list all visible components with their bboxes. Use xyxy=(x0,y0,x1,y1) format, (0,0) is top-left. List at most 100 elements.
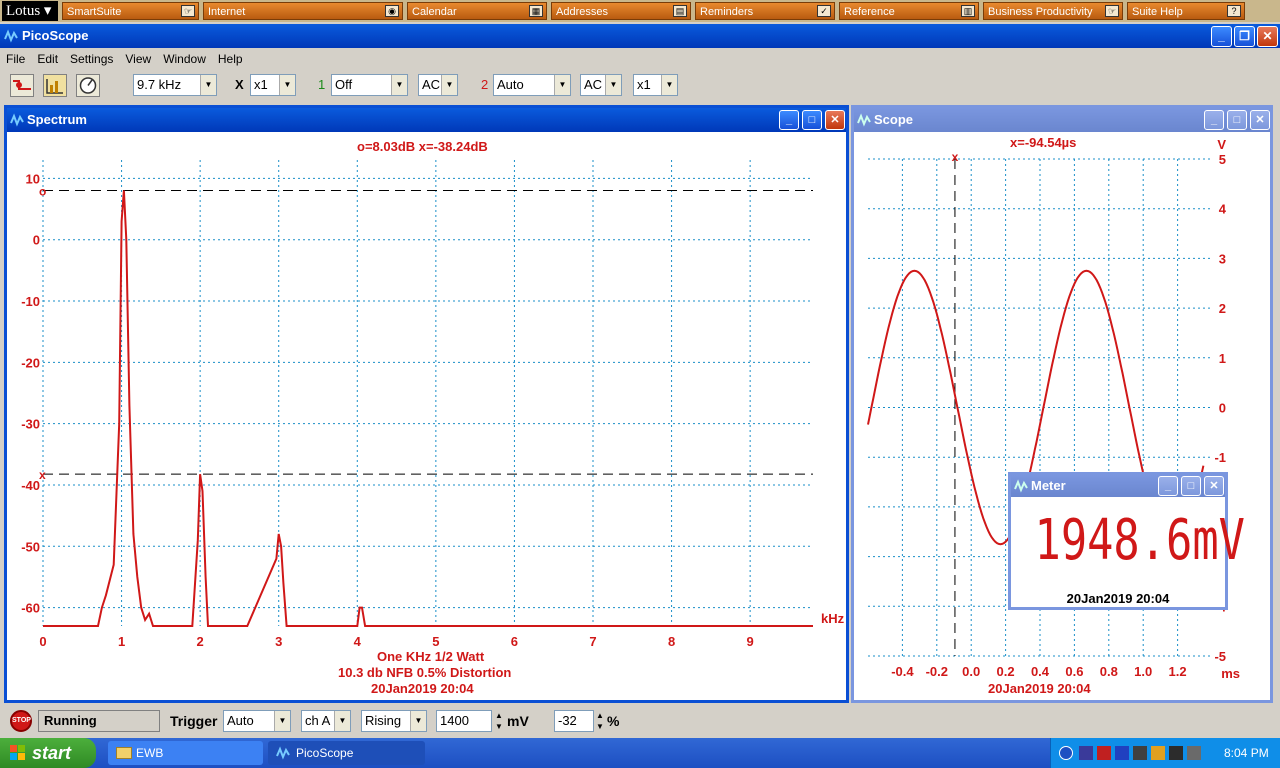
y-tick-label: 2 xyxy=(1219,301,1226,316)
scope-plot[interactable]: -0.4-0.20.00.20.40.60.81.01.2543210-1-2-… xyxy=(854,132,1270,700)
trigger-channel-select[interactable]: ch A ▼ xyxy=(301,710,351,732)
antivirus-icon[interactable] xyxy=(1097,746,1111,760)
scope-window-controls: _ □ ✕ xyxy=(1204,110,1270,130)
x-tick-label: 9 xyxy=(747,634,754,649)
restore-icon[interactable]: ❐ xyxy=(1234,26,1255,47)
chevron-down-icon: ▼ xyxy=(661,75,677,95)
close-icon[interactable]: ✕ xyxy=(825,110,845,130)
trigger-level-input[interactable]: 1400 xyxy=(436,710,492,732)
lotus-item-calendar[interactable]: Calendar ▦ xyxy=(407,2,547,20)
app-title-bar: PicoScope xyxy=(0,24,1280,48)
network-icon[interactable] xyxy=(1079,746,1093,760)
channel-2-coupling-select[interactable]: AC ▼ xyxy=(580,74,622,96)
channel-2-range-select[interactable]: Auto ▼ xyxy=(493,74,571,96)
scope-view-button[interactable] xyxy=(10,74,34,97)
menu-settings[interactable]: Settings xyxy=(64,52,119,66)
volume-icon[interactable] xyxy=(1169,746,1183,760)
power-icon[interactable] xyxy=(1187,746,1201,760)
meter-window: Meter _ □ ✕ 1948.6mV 20Jan2019 20:04 xyxy=(1008,472,1245,610)
trigger-edge-select[interactable]: Rising ▼ xyxy=(361,710,427,732)
channel-2-multiplier-select[interactable]: x1 ▼ xyxy=(633,74,678,96)
y-tick-label: 4 xyxy=(1219,202,1227,217)
x-tick-label: 7 xyxy=(589,634,596,649)
y-tick-label: -30 xyxy=(21,417,40,432)
lotus-item-suite-help[interactable]: Suite Help? xyxy=(1127,2,1245,20)
stop-icon[interactable]: STOP xyxy=(10,710,32,732)
close-icon[interactable]: ✕ xyxy=(1204,476,1224,496)
spectrum-caption-2: 10.3 db NFB 0.5% Distortion xyxy=(338,665,512,680)
scope-timestamp: 20Jan2019 20:04 xyxy=(988,681,1091,696)
minimize-icon[interactable]: _ xyxy=(1158,476,1178,496)
lotus-item-addresses[interactable]: Addresses ▤ xyxy=(551,2,691,20)
menu-view[interactable]: View xyxy=(119,52,157,66)
meter-view-button[interactable] xyxy=(76,74,100,97)
address-card-icon: ▤ xyxy=(673,5,687,17)
display-icon[interactable] xyxy=(1133,746,1147,760)
app-window-controls: _ ❐ ✕ xyxy=(1211,26,1278,47)
tray-expand-icon[interactable] xyxy=(1059,746,1073,760)
minimize-icon[interactable]: _ xyxy=(1204,110,1224,130)
minimize-icon[interactable]: _ xyxy=(1211,26,1232,47)
x-tick-label: 0.0 xyxy=(962,664,980,679)
x-tick-label: 2 xyxy=(197,634,204,649)
y-tick-label: -1 xyxy=(1214,450,1226,465)
lotus-item-reminders[interactable]: Reminders ✓ xyxy=(695,2,835,20)
lotus-item-internet[interactable]: Internet ◉ xyxy=(203,2,403,20)
maximize-icon[interactable]: □ xyxy=(802,110,822,130)
clock: 8:04 PM xyxy=(1224,746,1269,760)
scope-readout: x=-94.54µs xyxy=(1010,135,1077,150)
o-marker: o xyxy=(39,184,46,198)
channel-1-range-select[interactable]: Off ▼ xyxy=(331,74,408,96)
pretrigger-spinner-icon[interactable]: ▲ ▼ xyxy=(594,710,606,732)
channel-1-coupling-select[interactable]: AC ▼ xyxy=(418,74,458,96)
picoscope-app-icon xyxy=(10,113,24,127)
bluetooth-icon[interactable] xyxy=(1115,746,1129,760)
x-multiplier-label: X xyxy=(235,77,244,92)
scope-window: Scope _ □ ✕ -0.4 -0.2 0.0 0.2 0.4 0.6 0.8 1.0 1.… xyxy=(851,105,1273,703)
menu-window[interactable]: Window xyxy=(157,52,212,66)
menu-help[interactable]: Help xyxy=(212,52,249,66)
taskbar-item-picoscope[interactable]: PicoScope xyxy=(268,741,425,765)
chevron-down-icon: ▼ xyxy=(274,711,290,731)
close-icon[interactable]: ✕ xyxy=(1257,26,1278,47)
hand-pointer-icon: ☞ xyxy=(181,5,195,17)
menu-edit[interactable]: Edit xyxy=(31,52,64,66)
y-tick-label: 5 xyxy=(1219,152,1226,167)
warning-icon[interactable] xyxy=(1151,746,1165,760)
trigger-mode-select[interactable]: Auto ▼ xyxy=(223,710,291,732)
maximize-icon[interactable]: □ xyxy=(1227,110,1247,130)
pretrigger-input[interactable]: -32 xyxy=(554,710,594,732)
trigger-level-spinner-icon[interactable]: ▲ ▼ xyxy=(493,710,505,732)
help-icon: ? xyxy=(1227,5,1241,17)
x-tick-label: 8 xyxy=(668,634,675,649)
menu-file[interactable]: File xyxy=(0,52,31,66)
y-tick-label: -10 xyxy=(21,294,40,309)
y-tick-label: 3 xyxy=(1219,251,1226,266)
lotus-item-business-productivity[interactable]: Business Productivity ☞ xyxy=(983,2,1123,20)
channel-2-label: 2 xyxy=(481,77,489,92)
picoscope-app-icon xyxy=(4,29,18,43)
taskbar-item-ewb[interactable]: EWB xyxy=(108,741,263,765)
maximize-icon[interactable]: □ xyxy=(1181,476,1201,496)
lotus-item-smartsuite[interactable]: SmartSuite ☞ xyxy=(62,2,199,20)
x-tick-label: 1.0 xyxy=(1134,664,1152,679)
x-multiplier-select[interactable]: x1 ▼ xyxy=(250,74,296,96)
y-tick-label: -50 xyxy=(21,539,40,554)
x-tick-label: 4 xyxy=(354,634,362,649)
channel-1-label: 1 xyxy=(318,77,326,92)
spectrum-view-button[interactable] xyxy=(43,74,67,97)
x-tick-label: 0 xyxy=(39,634,46,649)
meter-window-controls: _ □ ✕ xyxy=(1158,476,1224,496)
spectrum-bars-icon xyxy=(46,79,63,94)
start-button[interactable]: start xyxy=(0,738,96,768)
y-tick-label: 0 xyxy=(1219,401,1226,416)
chevron-down-icon: ▼ xyxy=(279,75,295,95)
lotus-logo[interactable]: Lotus ▾ xyxy=(2,1,58,21)
close-icon[interactable]: ✕ xyxy=(1250,110,1270,130)
lotus-item-reference[interactable]: Reference ▥ xyxy=(839,2,979,20)
timebase-select[interactable]: 9.7 kHz ▼ xyxy=(133,74,217,96)
minimize-icon[interactable]: _ xyxy=(779,110,799,130)
x-unit-label: kHz xyxy=(821,611,845,626)
spectrum-caption-1: One KHz 1/2 Watt xyxy=(377,649,485,664)
spectrum-plot[interactable]: 0 1 2 3 4 5 6 7 8 9 10 0 -10 -20 -30 -40 -50 -60 kHz o x xyxy=(7,132,846,700)
